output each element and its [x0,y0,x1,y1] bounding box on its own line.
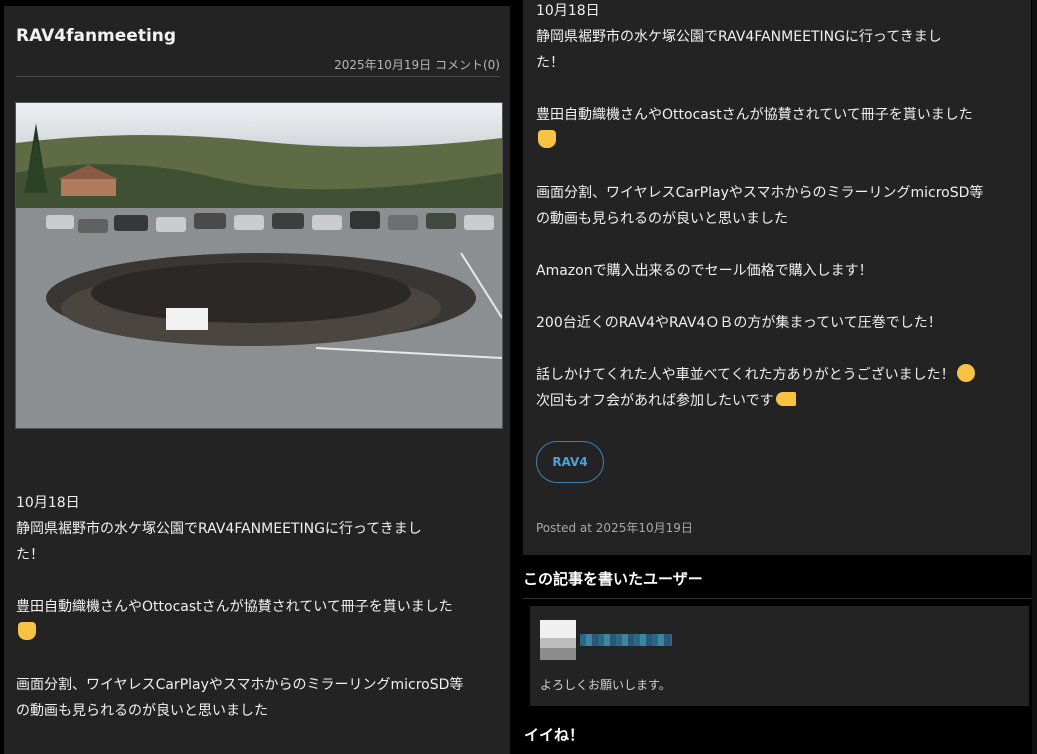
paragraph: 200台近くのRAV4やRAV4ＯＢの方が集まっていて圧巻でした！ [536,315,942,331]
posted-date: Posted at 2025年10月19日 [536,521,693,535]
paragraph: Amazonで購入出来るのでセール価格で購入します！ [536,263,873,279]
pointing-hand-icon [775,392,796,406]
paragraph-text: 豊田自動織機さんやOttocastさんが協賛されていて冊子を貰いました [16,599,453,615]
paragraph-text: 次回もオフ会があれば参加したいです [536,393,774,409]
paragraph-text: 話しかけてくれた人や車並べてくれた方ありがとうございました！ [536,367,955,383]
thumbs-up-icon [18,622,36,640]
divider [16,76,500,77]
author-name-blurred[interactable] [580,634,672,646]
scrollbar[interactable] [1032,0,1037,754]
paragraph: 画面分割、ワイヤレスCarPlayやスマホからのミラーリングmicroSD等 の… [536,185,984,227]
divider [523,598,1033,599]
article-right-panel: 10月18日 静岡県裾野市の水ケ塚公園でRAV4FANMEETINGに行ってきま… [523,0,1031,555]
thumbs-up-icon [538,130,556,148]
paragraph: 10月18日 静岡県裾野市の水ケ塚公園でRAV4FANMEETINGに行ってきま… [16,495,422,563]
article-body-right: 10月18日 静岡県裾野市の水ケ塚公園でRAV4FANMEETINGに行ってきま… [536,0,1022,440]
article-left-panel: RAV4fanmeeting 2025年10月19日 コメント(0) 10月18… [4,6,510,754]
photo-illustration [16,103,502,428]
group-photo[interactable] [15,102,503,429]
author-card[interactable]: よろしくお願いします。 [530,606,1029,706]
author-section-heading: この記事を書いたユーザー [523,570,703,588]
paragraph: 話しかけてくれた人や車並べてくれた方ありがとうございました！ 次回もオフ会があれば… [536,362,1022,414]
article-title[interactable]: RAV4fanmeeting [16,26,176,46]
likes-section-heading: イイね！ [524,726,585,744]
smile-icon [956,364,975,382]
avatar[interactable] [540,620,576,660]
paragraph: 豊田自動織機さんやOttocastさんが協賛されていて冊子を貰いました [536,102,1022,154]
paragraph: 10月18日 静岡県裾野市の水ケ塚公園でRAV4FANMEETINGに行ってきま… [536,3,942,71]
paragraph: 豊田自動織機さんやOttocastさんが協賛されていて冊子を貰いました [16,594,504,646]
tag-rav4[interactable]: RAV4 [536,441,604,483]
author-bio: よろしくお願いします。 [540,678,671,692]
paragraph: 画面分割、ワイヤレスCarPlayやスマホからのミラーリングmicroSD等 の… [16,677,464,719]
article-meta[interactable]: 2025年10月19日 コメント(0) [334,56,500,73]
paragraph-text: 豊田自動織機さんやOttocastさんが協賛されていて冊子を貰いました [536,107,973,123]
article-body-left: 10月18日 静岡県裾野市の水ケ塚公園でRAV4FANMEETINGに行ってきま… [16,490,504,750]
